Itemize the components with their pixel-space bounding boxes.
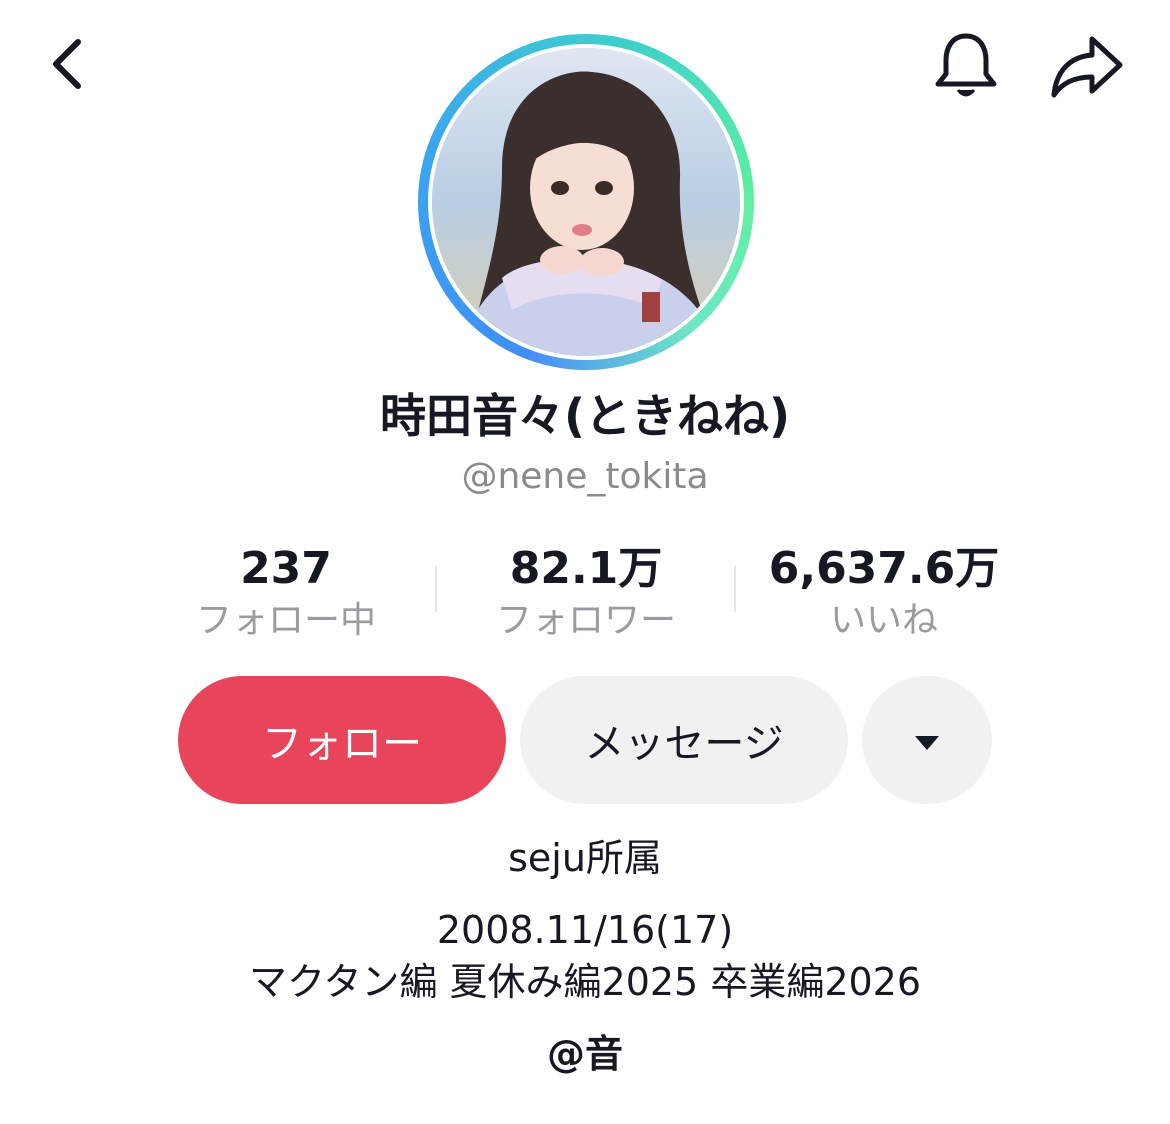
bio-birth: 2008.11/16(17) bbox=[436, 908, 734, 952]
avatar[interactable] bbox=[418, 34, 754, 370]
back-button[interactable] bbox=[36, 30, 100, 102]
stat-likes[interactable]: 6,637.6万 いいね bbox=[734, 540, 1034, 644]
stat-likes-count: 6,637.6万 bbox=[768, 543, 1000, 594]
caret-down-icon bbox=[912, 717, 942, 763]
follow-button[interactable]: フォロー bbox=[178, 676, 506, 804]
notification-bell-button[interactable] bbox=[928, 28, 1004, 108]
share-arrow-icon bbox=[1048, 33, 1126, 103]
username: @nene_tokita bbox=[461, 456, 709, 497]
stat-followers-label: フォロワー bbox=[495, 600, 676, 641]
message-button[interactable]: メッセージ bbox=[520, 676, 848, 804]
display-name: 時田音々(ときねね) bbox=[379, 389, 791, 443]
share-button[interactable] bbox=[1044, 28, 1130, 108]
message-button-label: メッセージ bbox=[584, 721, 784, 767]
bio-series: マクタン編 夏休み編2025 卒業編2026 bbox=[248, 960, 922, 1004]
more-options-button[interactable] bbox=[862, 676, 992, 804]
stat-following[interactable]: 237 フォロー中 bbox=[136, 540, 436, 644]
avatar-photo bbox=[432, 48, 740, 356]
bio-link[interactable]: @音 bbox=[0, 1030, 1170, 1078]
stat-likes-label: いいね bbox=[829, 600, 938, 641]
bio-affiliation: seju所属 bbox=[508, 836, 662, 880]
stat-followers[interactable]: 82.1万 フォロワー bbox=[436, 540, 736, 644]
bell-icon bbox=[932, 30, 1000, 106]
stat-following-count: 237 bbox=[240, 543, 332, 594]
stat-followers-count: 82.1万 bbox=[509, 543, 663, 594]
stat-following-label: フォロー中 bbox=[195, 600, 376, 641]
chevron-left-icon bbox=[48, 36, 88, 96]
follow-button-label: フォロー bbox=[262, 721, 422, 767]
